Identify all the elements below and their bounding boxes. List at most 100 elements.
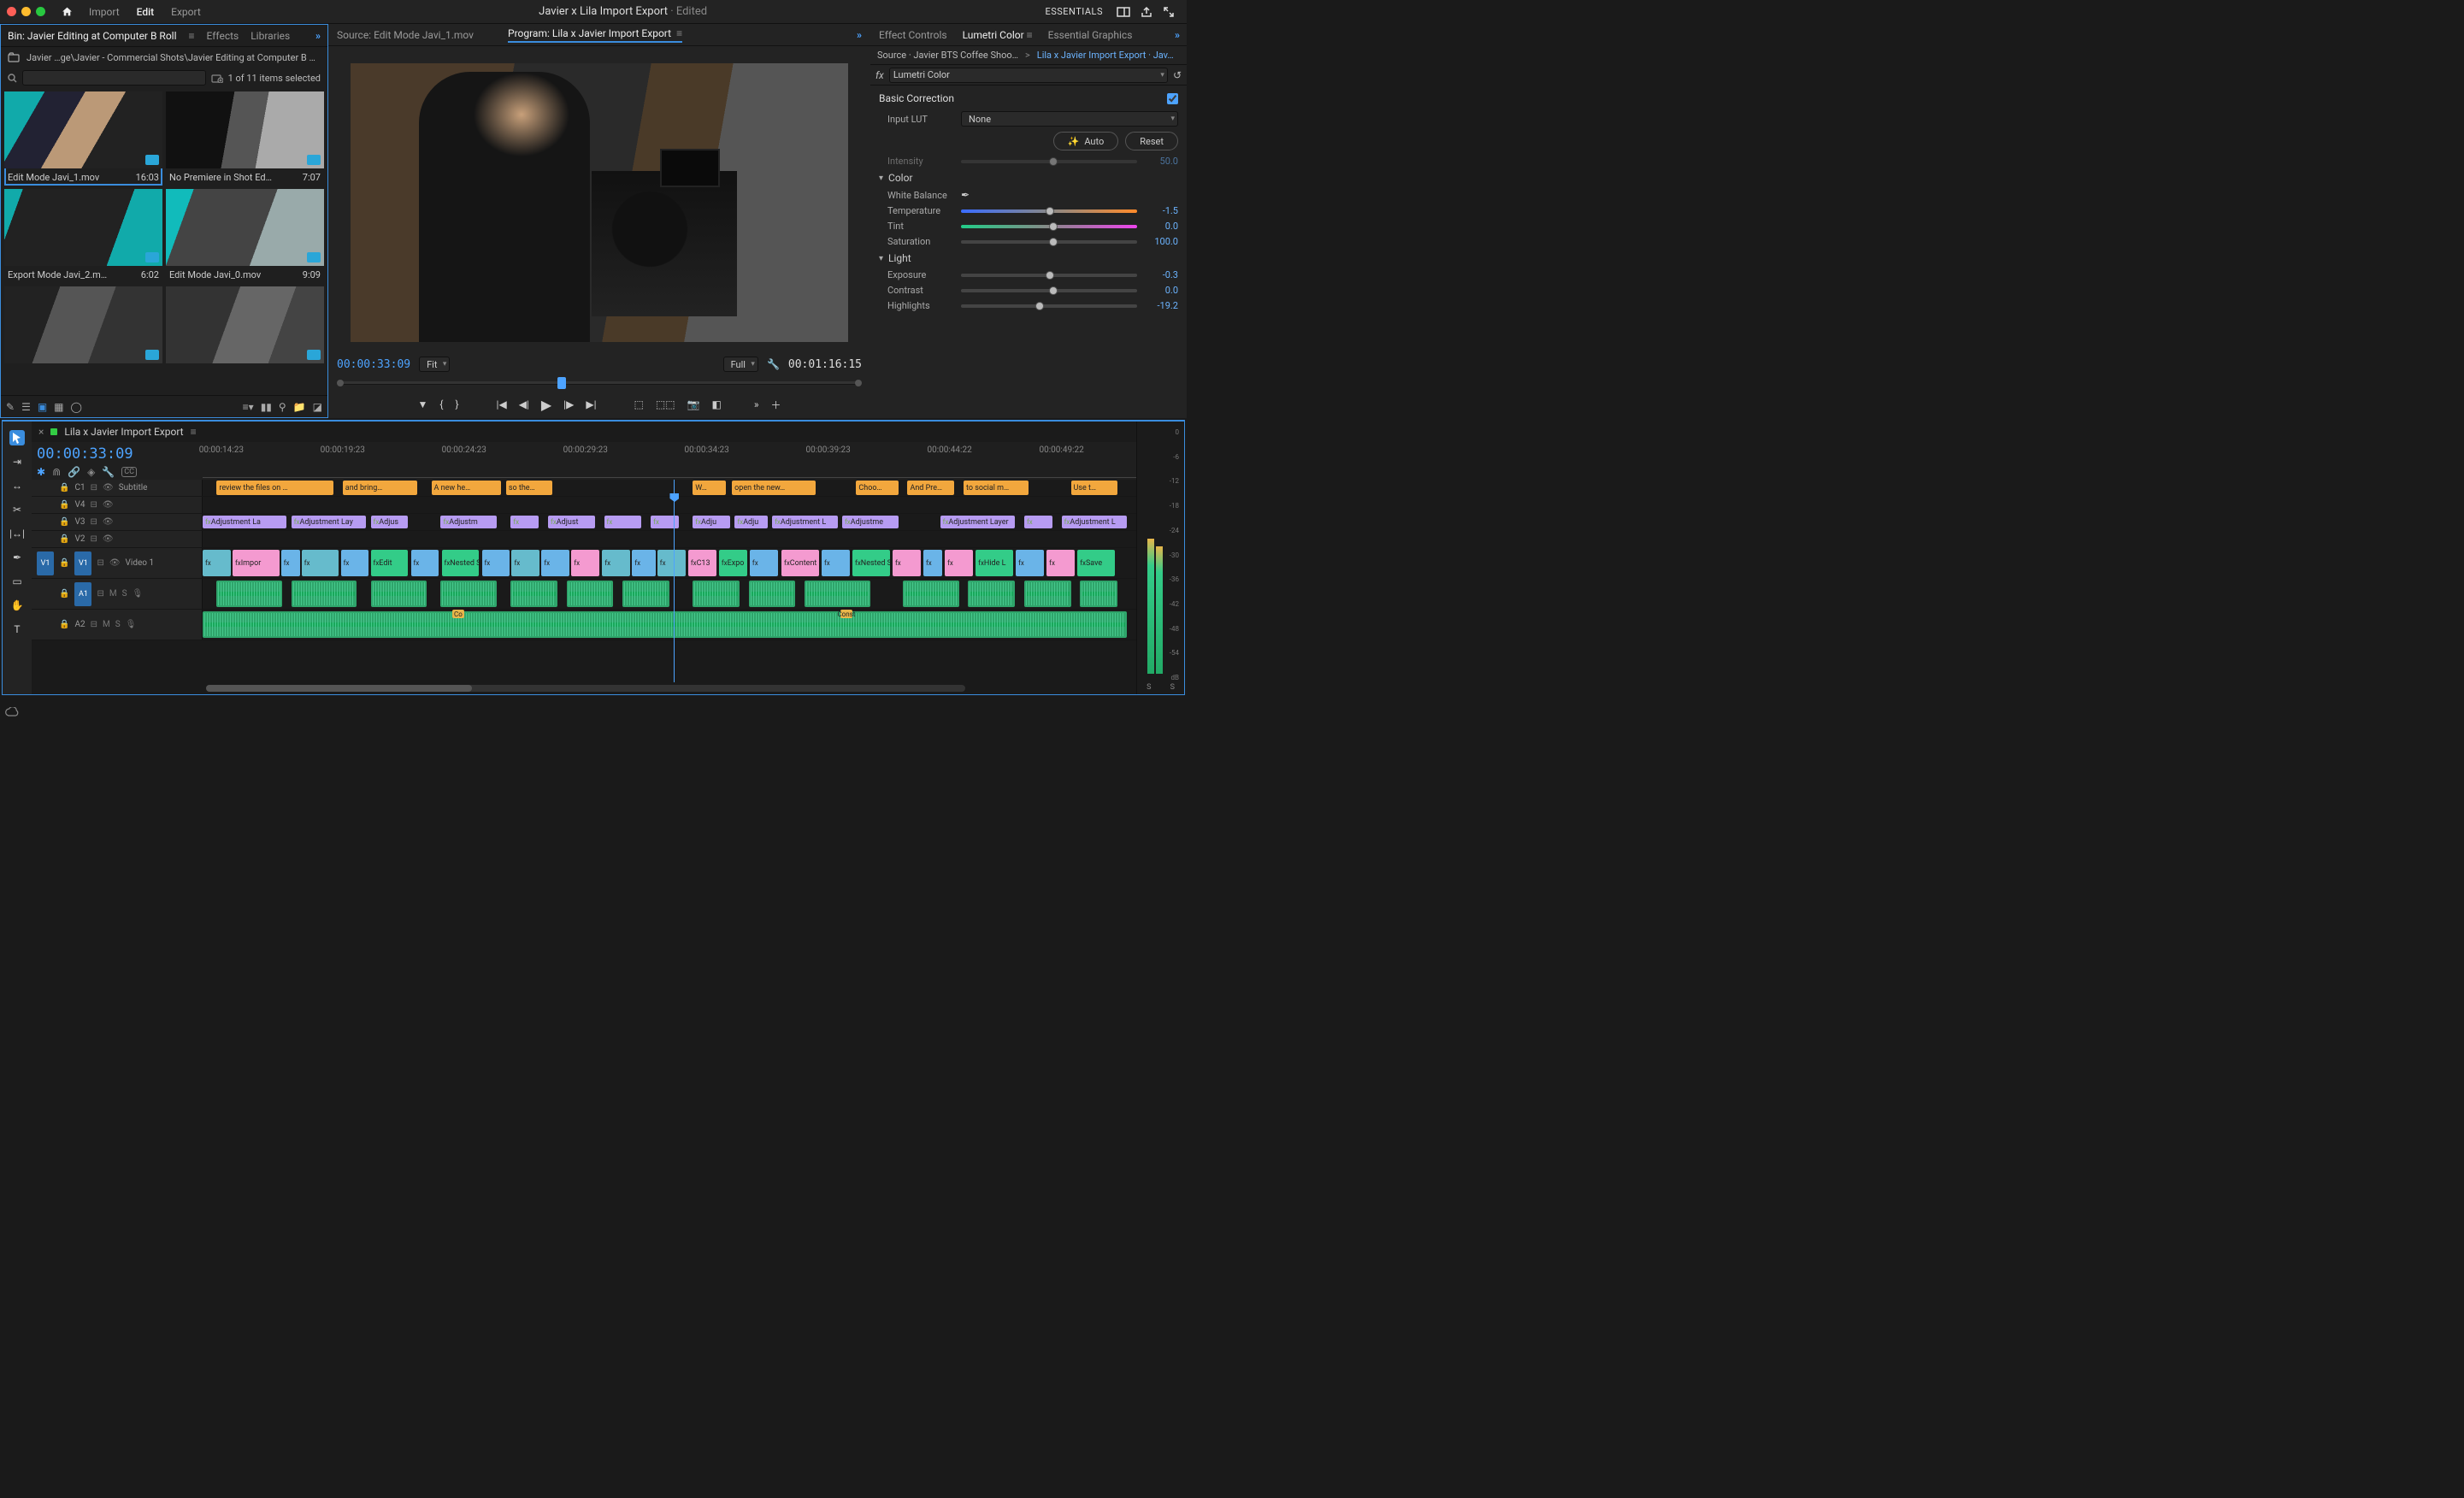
tab-effects[interactable]: Effects (207, 30, 239, 42)
list-view-icon[interactable]: ☰ (21, 401, 31, 413)
subtitle-clip[interactable]: and bring… (343, 481, 417, 495)
tab-libraries[interactable]: Libraries (251, 30, 290, 42)
toggle-output-icon[interactable]: 👁 (103, 500, 114, 510)
audio-clip[interactable] (216, 581, 281, 607)
magnet-icon[interactable]: ⋒ (52, 466, 61, 478)
step-forward-icon[interactable]: |▶ (562, 397, 575, 412)
adjustment-clip[interactable]: fx Adjustment Lay (292, 516, 366, 528)
bin-search-input[interactable] (22, 70, 206, 86)
saturation-value[interactable]: 100.0 (1144, 236, 1178, 247)
comparison-view-icon[interactable]: ◧ (710, 397, 723, 412)
share-icon[interactable] (1141, 6, 1152, 18)
toggle-output-icon[interactable]: 👁 (103, 534, 114, 544)
subtitle-clip[interactable]: W… (693, 481, 725, 495)
fx-badge-icon[interactable]: fx (875, 69, 884, 81)
highlights-value[interactable]: -19.2 (1144, 300, 1178, 311)
eyedropper-icon[interactable]: ✒ (961, 189, 970, 201)
video-clip[interactable]: fx (602, 550, 630, 576)
lock-icon[interactable]: 🔒 (59, 483, 69, 492)
adjustment-clip[interactable]: fx (1024, 516, 1052, 528)
toggle-output-icon[interactable]: 👁 (109, 558, 121, 568)
creative-cloud-icon[interactable] (5, 707, 19, 717)
tab-effect-controls[interactable]: Effect Controls (879, 29, 947, 41)
contrast-value[interactable]: 0.0 (1144, 285, 1178, 296)
subtitle-clip[interactable]: Choo… (856, 481, 898, 495)
sequence-close-icon[interactable]: × (38, 426, 44, 438)
export-frame-icon[interactable]: 📷 (686, 397, 702, 412)
lumetri-effect-dropdown[interactable]: Lumetri Color (889, 68, 1168, 83)
highlights-slider[interactable] (961, 304, 1137, 308)
lift-icon[interactable]: ⬚ (633, 397, 645, 412)
solo-left[interactable]: S (1147, 683, 1151, 692)
video-clip[interactable]: fx (541, 550, 569, 576)
toggle-output-icon[interactable]: M (109, 589, 117, 599)
video-clip[interactable]: fx (281, 550, 300, 576)
sync-lock-icon[interactable]: ⊟ (91, 620, 97, 629)
video-clip[interactable]: fx (750, 550, 778, 576)
video-clip[interactable]: fx Expo (719, 550, 747, 576)
tab-lumetri-color[interactable]: Lumetri Color ≡ (963, 29, 1033, 41)
adjustment-clip[interactable]: fx Adjustment La (203, 516, 286, 528)
tab-edit[interactable]: Edit (137, 6, 154, 18)
find-icon[interactable]: ⚲ (279, 401, 286, 413)
workspace-label[interactable]: ESSENTIALS (1045, 6, 1103, 17)
video-clip[interactable]: fx (632, 550, 655, 576)
current-timecode[interactable]: 00:00:33:09 (337, 358, 410, 371)
marker-icon[interactable]: ◈ (87, 466, 95, 478)
audio-clip[interactable] (567, 581, 614, 607)
rectangle-tool[interactable]: ▭ (9, 574, 25, 589)
panel-menu-icon[interactable]: ≡ (189, 30, 195, 42)
basic-correction-header[interactable]: Basic Correction (879, 92, 954, 104)
write-mode-icon[interactable]: ✎ (6, 401, 15, 413)
adjustment-clip[interactable]: fx (604, 516, 642, 528)
color-group-header[interactable]: ▾Color (879, 172, 1178, 184)
source-monitor-tab[interactable]: Source: Edit Mode Javi_1.mov (337, 29, 474, 41)
tab-import[interactable]: Import (89, 6, 120, 18)
timeline-ruler[interactable]: 00:00:14:2300:00:19:2300:00:24:2300:00:2… (203, 442, 1136, 480)
voice-over-icon[interactable]: 🎙 (133, 589, 144, 599)
adjustment-clip[interactable]: fx Adjustm (440, 516, 497, 528)
audio-clip[interactable] (1024, 581, 1071, 607)
source-patch[interactable]: V1 (37, 551, 54, 575)
selection-tool[interactable] (9, 430, 25, 445)
adjustment-clip[interactable]: fx Adjustment L (772, 516, 837, 528)
close-window-button[interactable] (7, 7, 16, 16)
mark-out-icon[interactable]: } (453, 397, 460, 412)
sync-lock-icon[interactable]: ⊟ (97, 558, 103, 568)
bin-clip[interactable]: Export Mode Javi_2.mov6:02 (4, 189, 162, 283)
track-header[interactable]: 🔒 V3 ⊟ 👁 (32, 514, 203, 530)
tab-bin[interactable]: Bin: Javier Editing at Computer B Roll (8, 30, 177, 42)
freeform-view-icon[interactable]: ▦ (54, 401, 63, 413)
mark-in-icon[interactable]: { (438, 397, 445, 412)
track-lane[interactable] (203, 497, 1136, 513)
add-marker-icon[interactable]: ▼ (416, 397, 430, 412)
video-clip[interactable]: fx Hide L (976, 550, 1013, 576)
audio-clip[interactable] (622, 581, 669, 607)
adjustment-clip[interactable]: fx Adju (693, 516, 730, 528)
bin-clip[interactable]: No Premiere in Shot Editi…7:07 (166, 91, 324, 186)
settings-icon[interactable]: 🔧 (102, 466, 115, 478)
playhead[interactable] (674, 480, 675, 682)
button-editor-icon[interactable]: » (752, 397, 761, 412)
tab-essential-graphics[interactable]: Essential Graphics (1048, 29, 1133, 41)
sort-icon[interactable]: ≡▾ (243, 401, 254, 413)
audio-clip[interactable] (1080, 581, 1117, 607)
captions-icon[interactable]: CC (121, 467, 137, 477)
adjustment-clip[interactable]: fx Adjust (548, 516, 595, 528)
intensity-slider[interactable] (961, 160, 1137, 163)
audio-clip[interactable] (903, 581, 959, 607)
bin-clip[interactable] (4, 286, 162, 380)
video-clip[interactable]: fx (1046, 550, 1075, 576)
video-clip[interactable]: fx (923, 550, 942, 576)
audio-clip[interactable] (805, 581, 869, 607)
sync-lock-icon[interactable]: ⊟ (90, 517, 97, 527)
track-header[interactable]: 🔒 C1 ⊟ 👁 Subtitle (32, 480, 203, 496)
razor-tool[interactable]: ✂ (9, 502, 25, 517)
temperature-value[interactable]: -1.5 (1144, 205, 1178, 216)
track-target[interactable]: A1 (74, 582, 91, 606)
home-icon[interactable] (61, 6, 74, 17)
audio-clip[interactable] (693, 581, 740, 607)
sync-lock-icon[interactable]: ⊟ (90, 500, 97, 510)
video-clip[interactable]: fx (511, 550, 539, 576)
exposure-value[interactable]: -0.3 (1144, 269, 1178, 280)
